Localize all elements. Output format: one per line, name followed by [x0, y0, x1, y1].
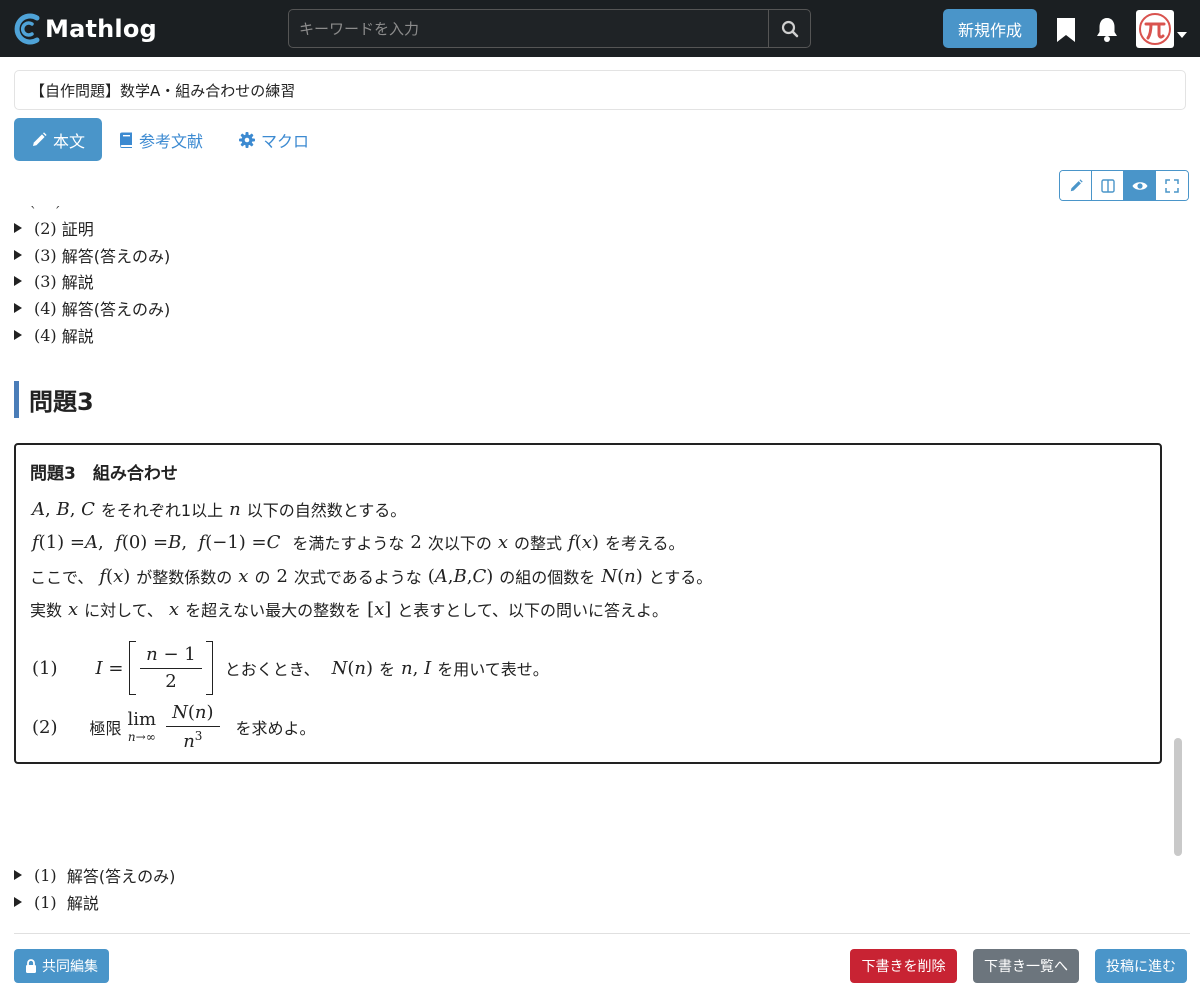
logo[interactable]: Mathlog	[13, 11, 157, 47]
navbar: Mathlog 新規作成	[0, 0, 1200, 57]
details-number: (1)	[34, 892, 57, 912]
notification-bell-icon[interactable]	[1095, 15, 1119, 43]
details-label: 解答(答えのみ)	[61, 247, 171, 266]
gear-icon	[239, 131, 255, 148]
details-summary[interactable]: (3) 解説	[14, 268, 94, 294]
tab-references[interactable]: 参考文献	[119, 118, 203, 161]
details-number: (2)	[34, 218, 57, 238]
tab-macros-label: マクロ	[261, 131, 310, 151]
triangle-right-icon	[14, 223, 22, 233]
details-number: (4)	[34, 298, 57, 318]
triangle-right-icon	[14, 870, 22, 880]
mathlog-logo-icon	[14, 13, 40, 45]
brand-name: Mathlog	[45, 15, 157, 43]
details-summary[interactable]: (1) 解答(答えのみ)	[14, 862, 175, 888]
fullscreen-button[interactable]	[1156, 171, 1188, 200]
view-mode-toggle	[1059, 170, 1189, 201]
details-label: 解答(答えのみ)	[66, 867, 176, 886]
search-input[interactable]	[289, 10, 768, 47]
split-view-icon	[1100, 178, 1115, 193]
details-label: 解説	[61, 273, 94, 292]
details-summary[interactable]: (4) 解答(答えのみ)	[14, 295, 170, 321]
content-preview: ˋ ˊ (2) 証明 (3) 解答(答えのみ) (3) 解説 (4) 解答(答え…	[0, 205, 1200, 933]
preview-mode-button[interactable]	[1124, 171, 1156, 200]
chevron-down-icon[interactable]	[1177, 24, 1187, 42]
proceed-to-post-button[interactable]: 投稿に進む	[1095, 949, 1187, 983]
question-2: (2) 極限 lim n→∞ N(n) n3 を求めよ。	[32, 702, 316, 752]
tab-body-label: 本文	[52, 131, 85, 151]
problem-line-4: 実数 x に対して、 x を超えない最大の整数を [x] と表すとして、以下の問…	[30, 598, 669, 621]
details-label: 解説	[61, 327, 94, 346]
details-number: (1)	[34, 865, 57, 885]
bookmark-icon[interactable]	[1055, 16, 1077, 43]
problem-line-1: A, B, C をそれぞれ1以上 n 以下の自然数とする。	[32, 498, 407, 521]
lock-icon	[26, 959, 36, 973]
triangle-right-icon	[14, 330, 22, 340]
triangle-right-icon	[14, 276, 22, 286]
details-label: 証明	[61, 220, 94, 239]
search-bar	[288, 9, 811, 48]
details-label: 解答(答えのみ)	[61, 300, 171, 319]
search-icon	[781, 20, 798, 37]
triangle-right-icon	[14, 303, 22, 313]
document-title-field[interactable]: 【自作問題】数学A・組み合わせの練習	[14, 70, 1186, 110]
details-summary[interactable]: (2) 証明	[14, 215, 94, 241]
triangle-right-icon	[14, 250, 22, 260]
pi-avatar-icon	[1139, 13, 1171, 45]
split-mode-button[interactable]	[1092, 171, 1124, 200]
question-1: (1) I = n − 12 とおくとき、 N(n) を n, I を用いて表せ…	[32, 641, 549, 695]
problem-title: 問題3 組み合わせ	[30, 464, 178, 484]
section-heading: 問題3	[14, 381, 94, 418]
limit-operator: lim n→∞	[127, 709, 157, 745]
details-summary[interactable]: (3) 解答(答えのみ)	[14, 242, 170, 268]
delete-draft-button[interactable]: 下書きを削除	[850, 949, 957, 983]
scrollbar-thumb[interactable]	[1174, 738, 1182, 856]
details-summary[interactable]: (1) 解説	[14, 889, 99, 915]
book-icon	[120, 132, 132, 148]
new-post-button[interactable]: 新規作成	[943, 9, 1037, 48]
tab-body[interactable]: 本文	[14, 118, 102, 161]
user-avatar[interactable]	[1136, 10, 1174, 48]
tab-macros[interactable]: マクロ	[239, 118, 309, 161]
draft-list-button[interactable]: 下書き一覧へ	[973, 949, 1079, 983]
problem-box: 問題3 組み合わせ A, B, C をそれぞれ1以上 n 以下の自然数とする。 …	[14, 443, 1162, 764]
details-number: (3)	[34, 245, 57, 265]
footer-divider	[14, 933, 1190, 934]
expand-icon	[1165, 178, 1179, 193]
search-button[interactable]	[768, 10, 810, 47]
floor-bracket: n − 12	[129, 641, 213, 695]
document-title: 【自作問題】数学A・組み合わせの練習	[30, 81, 296, 100]
problem-line-3: ここで、 f(x) が整数係数の x の 2 次式であるような (A, B, C…	[30, 565, 713, 588]
collaborative-edit-button[interactable]: 共同編集	[14, 949, 109, 983]
details-summary[interactable]: (4) 解説	[14, 322, 94, 348]
eye-icon	[1132, 181, 1147, 190]
details-number: (3)	[34, 271, 57, 291]
problem-line-2: f (1) = A, f (0) = B, f (−1) = C を満たすような 2 …	[32, 531, 685, 554]
edit-mode-button[interactable]	[1060, 171, 1092, 200]
details-label: 解説	[66, 894, 99, 913]
pencil-icon	[32, 131, 47, 146]
triangle-right-icon	[14, 897, 22, 907]
pencil-icon	[1070, 178, 1083, 191]
details-number: (4)	[34, 325, 57, 345]
tab-references-label: 参考文献	[139, 131, 204, 151]
